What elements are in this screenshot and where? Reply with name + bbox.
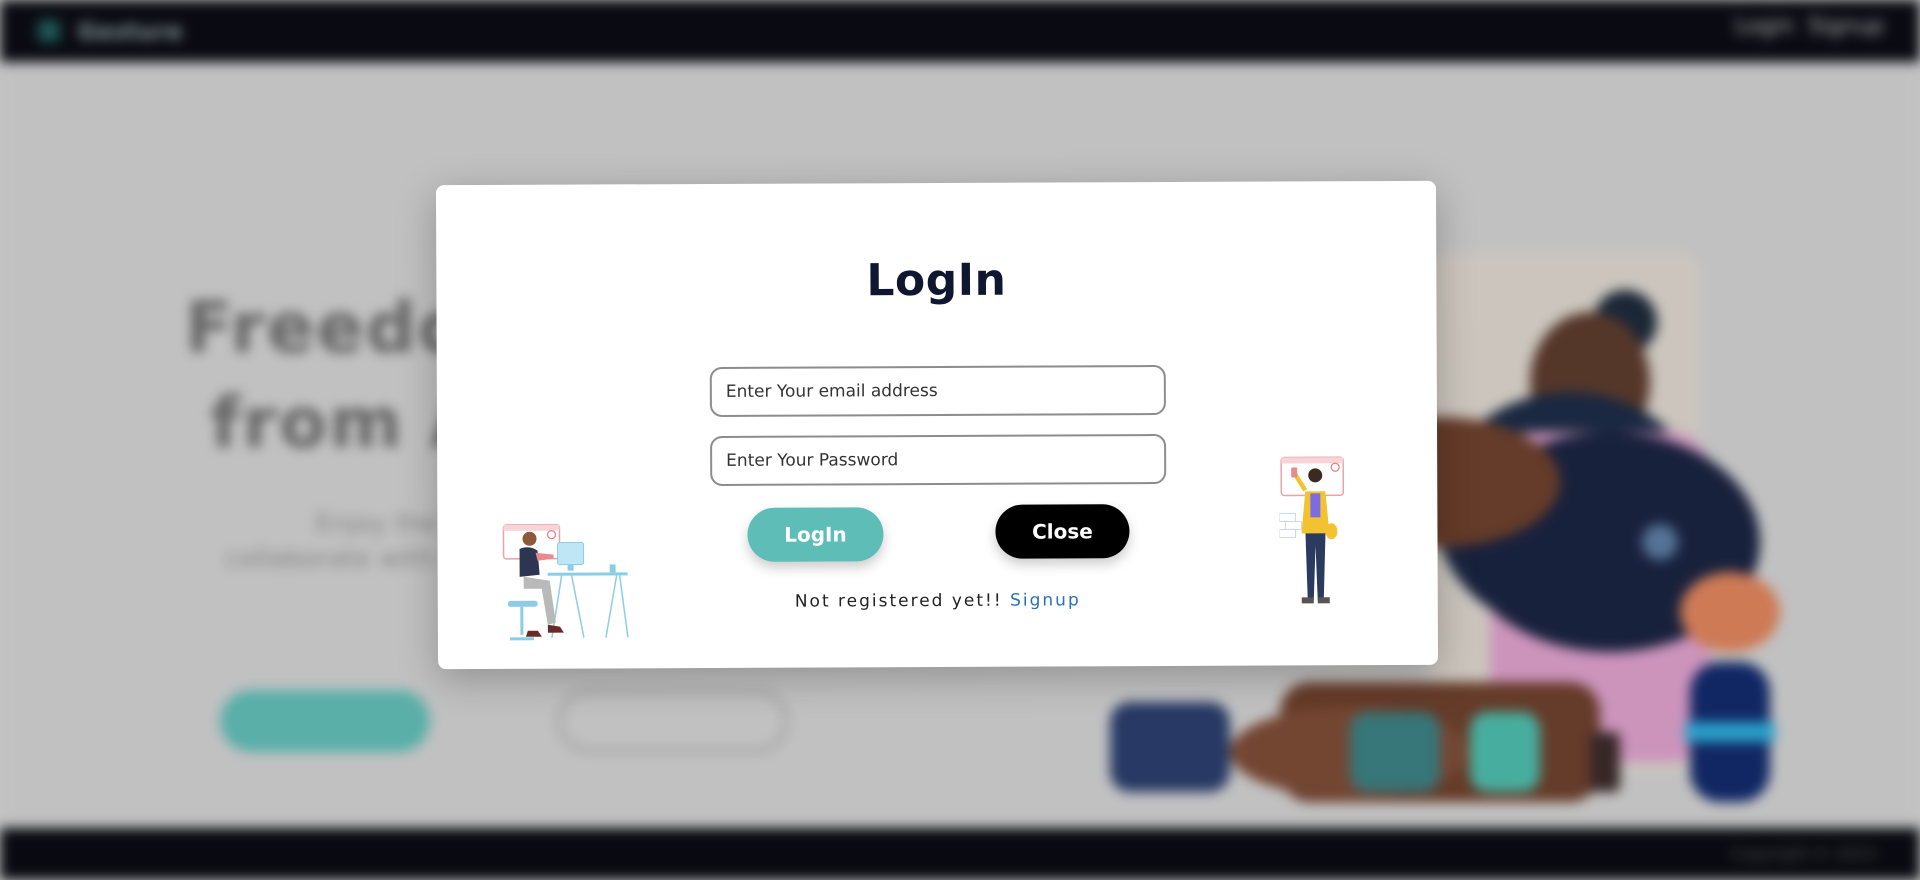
login-modal: LogIn LogIn Close Not registered yet!! S…: [435, 180, 1439, 670]
signup-link[interactable]: Signup: [1010, 590, 1081, 610]
not-registered-text: Not registered yet!!: [794, 590, 1003, 612]
password-input[interactable]: [710, 434, 1167, 486]
login-button[interactable]: LogIn: [747, 507, 884, 562]
phone-woman-illustration: [1279, 456, 1345, 604]
desk-worker-illustration: [502, 523, 629, 641]
modal-title: LogIn: [866, 254, 1007, 307]
close-button[interactable]: Close: [995, 504, 1130, 559]
email-input[interactable]: [709, 365, 1166, 417]
